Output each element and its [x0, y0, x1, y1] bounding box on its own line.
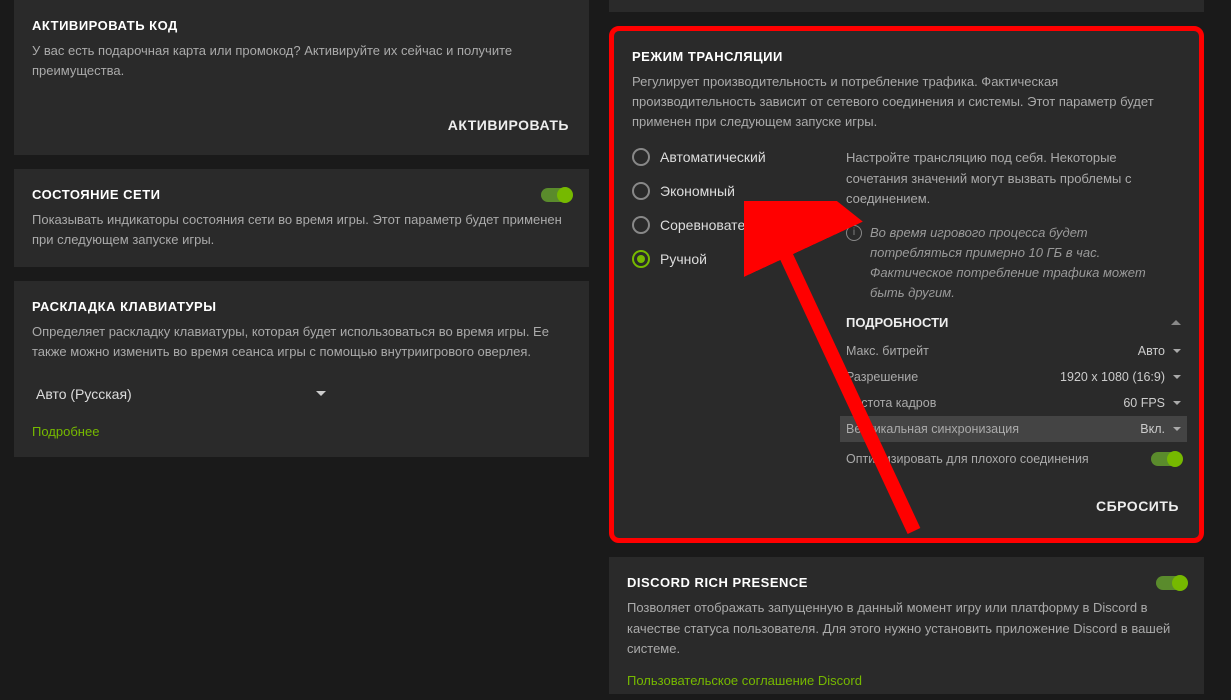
resolution-row: Разрешение 1920 x 1080 (16:9) — [846, 364, 1181, 390]
chevron-down-icon — [1173, 401, 1181, 405]
radio-icon — [632, 182, 650, 200]
discord-agreement-link[interactable]: Пользовательское соглашение Discord — [627, 673, 862, 688]
radio-icon — [632, 216, 650, 234]
streaming-traffic-hint: i Во время игрового процесса будет потре… — [846, 223, 1181, 304]
network-desc: Показывать индикаторы состояния сети во … — [32, 210, 571, 250]
reset-button[interactable]: СБРОСИТЬ — [1094, 492, 1181, 520]
optimize-label: Оптимизировать для плохого соединения — [846, 452, 1089, 466]
streaming-title: РЕЖИМ ТРАНСЛЯЦИИ — [632, 49, 1181, 64]
radio-eco-label: Экономный — [660, 183, 735, 199]
activate-button[interactable]: АКТИВИРОВАТЬ — [446, 111, 571, 139]
optimize-row: Оптимизировать для плохого соединения — [846, 442, 1181, 470]
resolution-label: Разрешение — [846, 370, 918, 384]
activate-title: АКТИВИРОВАТЬ КОД — [32, 18, 571, 33]
streaming-mode-card: РЕЖИМ ТРАНСЛЯЦИИ Регулирует производител… — [609, 26, 1204, 543]
radio-auto[interactable]: Автоматический — [632, 148, 822, 166]
bitrate-row: Макс. битрейт Авто — [846, 338, 1181, 364]
activate-code-card: АКТИВИРОВАТЬ КОД У вас есть подарочная к… — [14, 0, 589, 155]
discord-title: DISCORD RICH PRESENCE — [627, 575, 808, 590]
fps-value: 60 FPS — [1123, 396, 1165, 410]
network-toggle[interactable] — [541, 188, 571, 202]
vsync-row: Вертикальная синхронизация Вкл. — [840, 416, 1187, 442]
radio-competitive[interactable]: Соревновательный — [632, 216, 822, 234]
details-title: ПОДРОБНОСТИ — [846, 315, 948, 330]
streaming-traffic-text: Во время игрового процесса будет потребл… — [870, 223, 1181, 304]
vsync-dropdown[interactable]: Вкл. — [1140, 422, 1181, 436]
radio-comp-label: Соревновательный — [660, 217, 786, 233]
keyboard-desc: Определяет раскладку клавиатуры, которая… — [32, 322, 571, 362]
optimize-toggle[interactable] — [1151, 452, 1181, 466]
resolution-dropdown[interactable]: 1920 x 1080 (16:9) — [1060, 370, 1181, 384]
vsync-value: Вкл. — [1140, 422, 1165, 436]
details-header[interactable]: ПОДРОБНОСТИ — [846, 315, 1181, 330]
discord-card: DISCORD RICH PRESENCE Позволяет отобража… — [609, 557, 1204, 693]
vsync-label: Вертикальная синхронизация — [846, 422, 1019, 436]
radio-auto-label: Автоматический — [660, 149, 766, 165]
chevron-down-icon — [1173, 349, 1181, 353]
info-icon: i — [846, 225, 862, 241]
network-state-card: СОСТОЯНИЕ СЕТИ Показывать индикаторы сос… — [14, 169, 589, 266]
chevron-up-icon — [1171, 320, 1181, 325]
chevron-down-icon — [1173, 427, 1181, 431]
streaming-hint: Настройте трансляцию под себя. Некоторые… — [846, 148, 1181, 208]
details-section: ПОДРОБНОСТИ Макс. битрейт Авто Разрешени — [846, 315, 1181, 470]
fps-label: Частота кадров — [846, 396, 936, 410]
network-title: СОСТОЯНИЕ СЕТИ — [32, 187, 161, 202]
keyboard-more-link[interactable]: Подробнее — [32, 424, 99, 439]
bitrate-value: Авто — [1138, 344, 1165, 358]
fps-row: Частота кадров 60 FPS — [846, 390, 1181, 416]
fps-dropdown[interactable]: 60 FPS — [1123, 396, 1181, 410]
discord-desc: Позволяет отображать запущенную в данный… — [627, 598, 1186, 658]
keyboard-value: Авто (Русская) — [36, 386, 132, 402]
bitrate-label: Макс. битрейт — [846, 344, 929, 358]
streaming-desc: Регулирует производительность и потребле… — [632, 72, 1181, 132]
radio-icon-selected — [632, 250, 650, 268]
discord-toggle[interactable] — [1156, 576, 1186, 590]
radio-icon — [632, 148, 650, 166]
keyboard-layout-dropdown[interactable]: Авто (Русская) — [32, 378, 330, 410]
chevron-down-icon — [316, 391, 326, 396]
radio-manual-label: Ручной — [660, 251, 707, 267]
resolution-value: 1920 x 1080 (16:9) — [1060, 370, 1165, 384]
keyboard-title: РАСКЛАДКА КЛАВИАТУРЫ — [32, 299, 571, 314]
keyboard-layout-card: РАСКЛАДКА КЛАВИАТУРЫ Определяет раскладк… — [14, 281, 589, 457]
radio-manual[interactable]: Ручной — [632, 250, 822, 268]
chevron-down-icon — [1173, 375, 1181, 379]
radio-eco[interactable]: Экономный — [632, 182, 822, 200]
bitrate-dropdown[interactable]: Авто — [1138, 344, 1181, 358]
streaming-mode-radios: Автоматический Экономный Соревновательны… — [632, 148, 822, 470]
prev-card-stub — [609, 0, 1204, 12]
activate-desc: У вас есть подарочная карта или промокод… — [32, 41, 571, 81]
